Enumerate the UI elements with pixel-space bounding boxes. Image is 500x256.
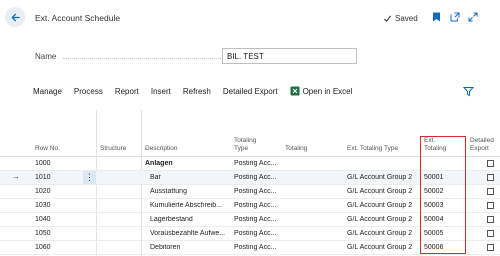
ext-totaling-highlight-box [420, 136, 466, 254]
row-no: 1020 [35, 188, 51, 195]
header-detailed-export[interactable]: Detailed Export [470, 137, 494, 153]
row-description: Debitoren [150, 244, 181, 251]
row-ext-totaling-type: G/L Account Group 2 [347, 188, 413, 195]
action-insert[interactable]: Insert [151, 87, 171, 96]
name-row: Name [35, 48, 490, 66]
row-totaling-type: Posting Acc... [234, 244, 277, 251]
header-structure[interactable]: Structure [100, 145, 126, 153]
saved-status: Saved [383, 14, 418, 23]
row-no: 1040 [35, 216, 51, 223]
header-totaling-type-line2: Type [234, 145, 249, 152]
detailed-export-checkbox[interactable] [487, 188, 494, 195]
detailed-export-checkbox[interactable] [487, 230, 494, 237]
name-label: Name [35, 52, 57, 61]
open-in-excel-label: Open in Excel [302, 86, 353, 96]
open-in-excel-button[interactable]: Open in Excel [290, 86, 353, 96]
name-input[interactable] [222, 48, 357, 64]
action-process[interactable]: Process [74, 87, 103, 96]
header-detailed-export-line1: Detailed [470, 137, 494, 144]
row-description: Anlagen [145, 160, 173, 167]
row-description: Kumulierte Abschreib... [150, 202, 222, 209]
row-totaling-type: Posting Acc... [234, 202, 277, 209]
row-actions-button[interactable]: ⋮ [83, 171, 96, 184]
detailed-export-checkbox[interactable] [487, 244, 494, 251]
header-description[interactable]: Description [145, 145, 178, 153]
top-bar: Ext. Account Schedule Saved [0, 0, 500, 40]
arrow-left-icon [11, 13, 20, 21]
expand-icon[interactable] [468, 12, 478, 22]
row-ext-totaling-type: G/L Account Group 2 [347, 216, 413, 223]
row-description: Vorausbezahlte Aufwe... [150, 230, 226, 237]
row-no: 1060 [35, 244, 51, 251]
bookmark-icon[interactable] [432, 12, 442, 22]
saved-label: Saved [395, 14, 418, 23]
excel-icon [290, 86, 300, 96]
action-manage[interactable]: Manage [33, 87, 62, 96]
header-totaling-type[interactable]: Totaling Type [234, 137, 256, 153]
row-totaling-type: Posting Acc... [234, 230, 277, 237]
back-button[interactable] [5, 7, 25, 27]
row-description: Lagerbestand [150, 216, 193, 223]
action-detailed-export[interactable]: Detailed Export [223, 87, 278, 96]
row-description: Ausstattung [150, 188, 187, 195]
row-no: 1010 [35, 174, 51, 181]
detailed-export-checkbox[interactable] [487, 216, 494, 223]
detailed-export-checkbox[interactable] [487, 174, 494, 181]
row-totaling-type: Posting Acc... [234, 174, 277, 181]
detailed-export-checkbox[interactable] [487, 202, 494, 209]
row-totaling-type: Posting Acc... [234, 188, 277, 195]
row-ext-totaling-type: G/L Account Group 2 [347, 244, 413, 251]
row-totaling-type: Posting Acc... [234, 160, 277, 167]
row-totaling-type: Posting Acc... [234, 216, 277, 223]
row-ext-totaling-type: G/L Account Group 2 [347, 230, 413, 237]
header-ext-totaling-type[interactable]: Ext. Totaling Type [347, 145, 398, 153]
action-report[interactable]: Report [115, 87, 139, 96]
detailed-export-checkbox[interactable] [487, 160, 494, 167]
header-detailed-export-line2: Export [470, 145, 489, 152]
row-ext-totaling-type: G/L Account Group 2 [347, 174, 413, 181]
row-no: 1030 [35, 202, 51, 209]
row-description: Bar [150, 174, 161, 181]
action-refresh[interactable]: Refresh [183, 87, 211, 96]
row-ext-totaling-type: G/L Account Group 2 [347, 202, 413, 209]
header-row-no[interactable]: Row No. [35, 145, 60, 153]
action-bar: Manage Process Report Insert Refresh Det… [0, 80, 500, 102]
header-totaling-type-line1: Totaling [234, 137, 257, 144]
row-no: 1050 [35, 230, 51, 237]
current-row-arrow-icon: → [12, 172, 20, 181]
row-no: 1000 [35, 160, 51, 167]
header-totaling[interactable]: Totaling [285, 145, 307, 153]
check-icon [383, 15, 392, 23]
open-new-window-icon[interactable] [450, 12, 460, 22]
filter-icon[interactable] [462, 86, 475, 97]
page-title: Ext. Account Schedule [35, 13, 121, 23]
